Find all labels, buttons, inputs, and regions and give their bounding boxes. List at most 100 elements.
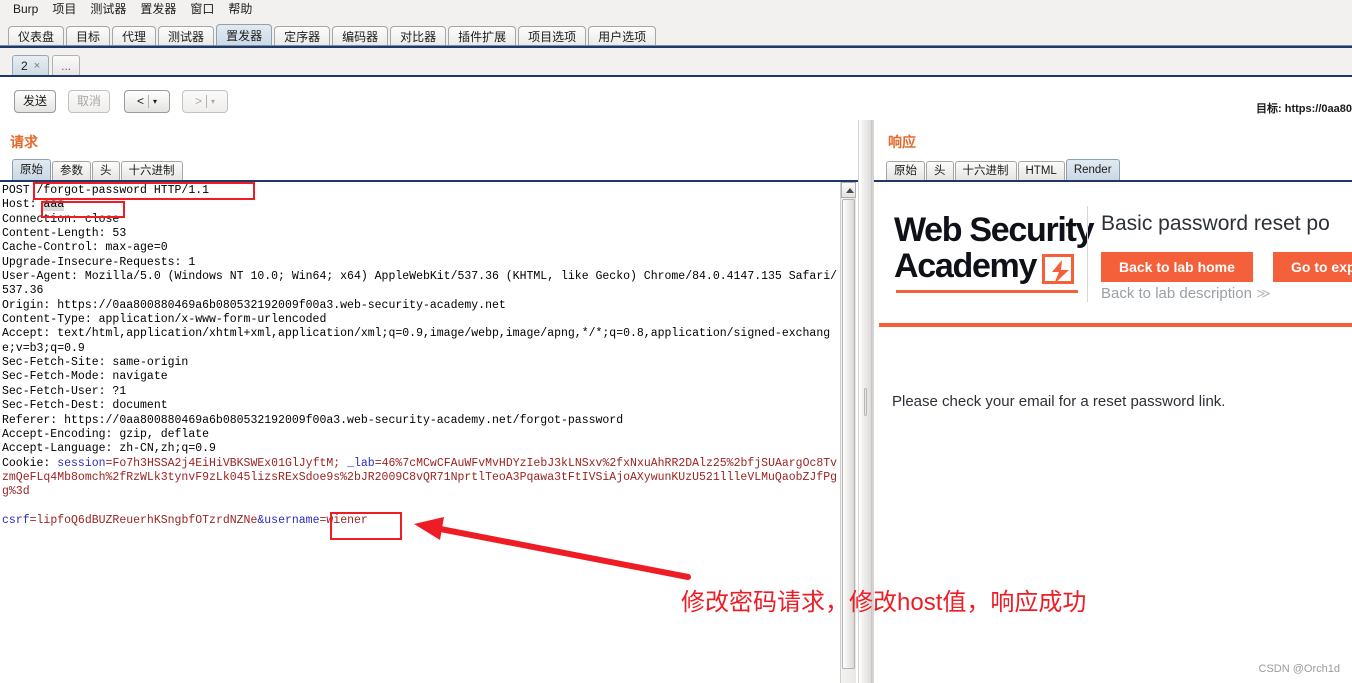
repeater-tab-new[interactable]: ...: [52, 55, 81, 76]
watermark: CSDN @Orch1d: [1258, 663, 1340, 675]
header-content-type: Content-Type: application/x-www-form-url…: [2, 313, 327, 327]
request-view-tab-bar: 原始 参数 头 十六进制: [12, 159, 184, 180]
lab-banner: Web Security Academy Basic password rese…: [874, 196, 1352, 308]
back-to-lab-home-button[interactable]: Back to lab home: [1101, 252, 1253, 282]
request-line: POST /forgot-password HTTP/1.1: [2, 184, 210, 197]
header-cache-control: Cache-Control: max-age=0: [2, 241, 168, 255]
cancel-button[interactable]: 取消: [68, 90, 110, 113]
chevron-double-right-icon: ≫: [1256, 285, 1271, 301]
cookie-lab-eq: =: [374, 456, 382, 470]
request-tab-hex[interactable]: 十六进制: [120, 161, 183, 180]
header-user-agent: User-Agent: Mozilla/5.0 (Windows NT 10.0…: [2, 270, 838, 298]
request-tab-params[interactable]: 参数: [52, 161, 91, 180]
triangle-up-icon: [846, 188, 854, 193]
tab-intruder[interactable]: 测试器: [158, 26, 215, 47]
cookie-session-value: Fo7h3HSSA2j4EiHiVBKSWEx01GlJyftM;: [112, 456, 341, 470]
header-referer: Referer: https://0aa800880469a6b08053219…: [2, 413, 624, 427]
lab-banner-rule: [879, 323, 1352, 327]
burp-suite-window: Burp 项目 测试器 置发器 窗口 帮助 仪表盘 目标 代理 测试器 置发器 …: [0, 0, 1352, 683]
target-url-label: 目标: https://0aa80: [1256, 103, 1352, 115]
chevron-down-icon[interactable]: ▾: [153, 97, 157, 106]
tab-comparer[interactable]: 对比器: [390, 26, 447, 47]
header-accept-language: Accept-Language: zh-CN,zh;q=0.9: [2, 442, 216, 456]
header-sec-fetch-site: Sec-Fetch-Site: same-origin: [2, 356, 189, 370]
menu-bar: Burp 项目 测试器 置发器 窗口 帮助: [0, 0, 1352, 18]
bolt-glyph: [1052, 260, 1069, 284]
chevron-down-icon[interactable]: ▾: [211, 97, 215, 106]
close-icon[interactable]: ×: [34, 56, 40, 76]
previous-request-button[interactable]: < ▾: [124, 90, 170, 113]
tab-sequencer[interactable]: 定序器: [274, 26, 331, 47]
annotation-arrow: [414, 517, 691, 580]
back-to-lab-description-link[interactable]: Back to lab description ≫: [1101, 285, 1271, 302]
header-content-length: Content-Length: 53: [2, 227, 127, 241]
lightning-bolt-icon: [1042, 254, 1074, 284]
request-tab-raw[interactable]: 原始: [12, 159, 51, 180]
header-sec-fetch-dest: Sec-Fetch-Dest: document: [2, 399, 168, 413]
repeater-tab-2-label: 2: [21, 59, 28, 73]
tab-extender[interactable]: 插件扩展: [448, 26, 517, 47]
annotation-note: 修改密码请求，修改host值，响应成功: [681, 589, 1087, 616]
body-csrf-value: lipfoQ6dBUZReuerhKSngbfOTzrdNZNe: [36, 513, 258, 527]
response-panel-title: 响应: [888, 134, 916, 150]
tab-repeater[interactable]: 置发器: [216, 24, 273, 47]
web-security-academy-logo: Web Security Academy: [894, 211, 1094, 293]
header-upgrade-insecure-requests: Upgrade-Insecure-Requests: 1: [2, 255, 196, 269]
menu-item-help[interactable]: 帮助: [221, 0, 259, 18]
scroll-up-button[interactable]: [841, 182, 856, 198]
header-host-value[interactable]: aaa: [43, 198, 65, 212]
banner-divider: [1087, 206, 1088, 302]
body-csrf-eq: =: [29, 513, 37, 527]
tab-dashboard[interactable]: 仪表盘: [8, 26, 65, 47]
splitter-grip[interactable]: [864, 387, 867, 416]
product-tab-bar: 仪表盘 目标 代理 测试器 置发器 定序器 编码器 对比器 插件扩展 项目选项 …: [0, 18, 1352, 47]
response-tab-hex[interactable]: 十六进制: [954, 161, 1017, 180]
tab-proxy[interactable]: 代理: [112, 26, 157, 47]
chevron-right-icon: >: [194, 94, 202, 108]
go-to-exploit-server-button[interactable]: Go to exp: [1273, 252, 1352, 282]
header-accept: Accept: text/html,application/xhtml+xml,…: [2, 327, 831, 355]
lab-description-label: Back to lab description: [1101, 285, 1252, 302]
response-tab-html[interactable]: HTML: [1017, 161, 1065, 180]
cookie-lab-name: _lab: [340, 456, 375, 470]
response-tab-raw[interactable]: 原始: [886, 161, 925, 180]
repeater-toolbar: 发送 取消 < ▾ > ▾: [0, 78, 1352, 130]
tab-project-options[interactable]: 项目选项: [518, 26, 587, 47]
menu-item-project[interactable]: 项目: [45, 0, 83, 18]
request-raw-text[interactable]: POST /forgot-password HTTP/1.1 Host: aaa…: [2, 184, 840, 528]
logo-line-1: Web Security: [894, 211, 1094, 249]
header-accept-encoding: Accept-Encoding: gzip, deflate: [2, 427, 210, 441]
menu-item-intruder[interactable]: 测试器: [83, 0, 133, 18]
divider: [206, 95, 207, 108]
cookie-session-name: session: [57, 456, 106, 470]
tab-target[interactable]: 目标: [66, 26, 111, 47]
response-tab-render[interactable]: Render: [1065, 159, 1120, 180]
next-request-button[interactable]: > ▾: [182, 90, 228, 113]
repeater-tab-2[interactable]: 2 ×: [12, 55, 50, 76]
tab-decoder[interactable]: 编码器: [332, 26, 389, 47]
lab-title: Basic password reset po: [1101, 212, 1330, 235]
menu-item-repeater[interactable]: 置发器: [133, 0, 183, 18]
menu-item-window[interactable]: 窗口: [183, 0, 221, 18]
header-cookie-prefix: Cookie:: [2, 456, 58, 470]
send-button[interactable]: 发送: [14, 90, 56, 113]
repeater-tab-bar: 2 × ...: [0, 48, 1352, 76]
reset-confirmation-message: Please check your email for a reset pass…: [892, 393, 1226, 410]
response-tab-headers[interactable]: 头: [926, 161, 954, 180]
body-username-value: wiener: [326, 513, 368, 527]
logo-underline: [896, 290, 1078, 293]
menu-item-burp[interactable]: Burp: [6, 0, 45, 18]
header-sec-fetch-mode: Sec-Fetch-Mode: navigate: [2, 370, 168, 384]
header-origin: Origin: https://0aa800880469a6b080532192…: [2, 298, 506, 312]
request-panel-title: 请求: [10, 134, 38, 150]
response-view-tab-bar: 原始 头 十六进制 HTML Render: [886, 159, 1121, 180]
chevron-left-icon: <: [136, 94, 144, 108]
body-username-name: username: [264, 513, 320, 527]
header-connection: Connection: close: [2, 212, 120, 226]
request-tab-headers[interactable]: 头: [92, 161, 120, 180]
header-sec-fetch-user: Sec-Fetch-User: ?1: [2, 384, 127, 398]
tab-user-options[interactable]: 用户选项: [588, 26, 657, 47]
repeater-tab-underline: [0, 75, 1352, 77]
header-host-prefix: Host:: [2, 198, 44, 212]
divider: [148, 95, 149, 108]
